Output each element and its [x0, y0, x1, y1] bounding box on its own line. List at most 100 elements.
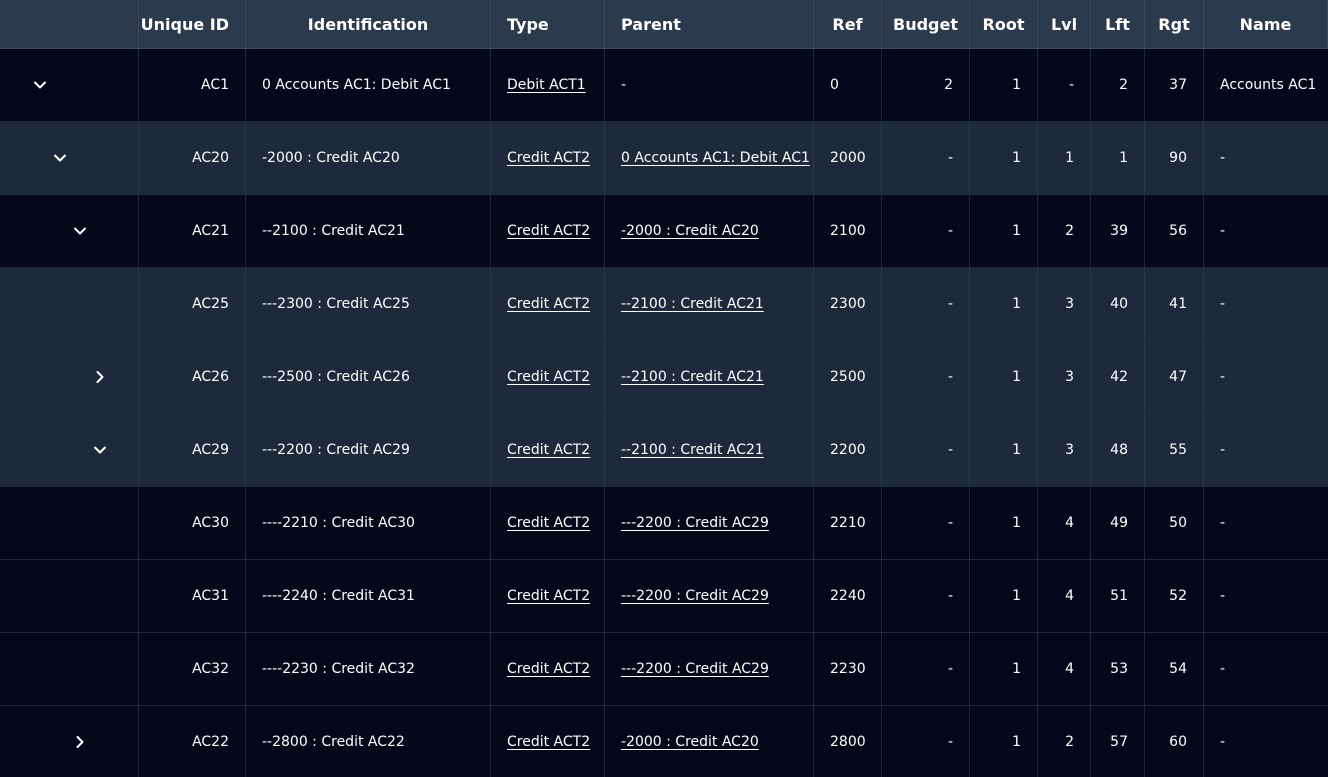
budget-cell: - — [882, 560, 970, 632]
table-row[interactable]: AC22 --2800 : Credit AC22 Credit ACT2 -2… — [0, 706, 1328, 777]
identification-cell: ---2200 : Credit AC29 — [246, 414, 491, 486]
row-toggle-cell — [0, 122, 139, 194]
row-toggle-cell — [0, 560, 139, 632]
ref-cell: 2000 — [814, 122, 882, 194]
row-toggle-cell — [0, 341, 139, 413]
parent-link[interactable]: --2100 : Credit AC21 — [621, 442, 764, 458]
identification-cell: ----2230 : Credit AC32 — [246, 633, 491, 705]
type-cell: Credit ACT2 — [491, 268, 605, 340]
unique-id-cell: AC25 — [139, 268, 246, 340]
budget-cell: - — [882, 633, 970, 705]
table-row[interactable]: AC30 ----2210 : Credit AC30 Credit ACT2 … — [0, 487, 1328, 560]
budget-cell: - — [882, 268, 970, 340]
table-row[interactable]: AC32 ----2230 : Credit AC32 Credit ACT2 … — [0, 633, 1328, 706]
type-link[interactable]: Credit ACT2 — [507, 369, 590, 385]
header-unique-id[interactable]: Unique ID — [139, 0, 246, 48]
table-row[interactable]: AC20 -2000 : Credit AC20 Credit ACT2 0 A… — [0, 122, 1328, 195]
collapse-row-button[interactable] — [30, 75, 50, 95]
chevron-down-icon — [73, 224, 87, 238]
parent-link[interactable]: --2100 : Credit AC21 — [621, 369, 764, 385]
lft-cell: 51 — [1091, 560, 1145, 632]
identification-cell: -2000 : Credit AC20 — [246, 122, 491, 194]
type-link[interactable]: Credit ACT2 — [507, 223, 590, 239]
collapse-row-button[interactable] — [70, 221, 90, 241]
header-root[interactable]: Root — [970, 0, 1038, 48]
collapse-row-button[interactable] — [50, 148, 70, 168]
header-name[interactable]: Name — [1204, 0, 1328, 48]
chevron-down-icon — [33, 78, 47, 92]
lft-cell: 39 — [1091, 195, 1145, 267]
parent-link[interactable]: -2000 : Credit AC20 — [621, 223, 759, 239]
chevron-right-icon — [73, 735, 87, 749]
type-link[interactable]: Credit ACT2 — [507, 661, 590, 677]
root-cell: 1 — [970, 487, 1038, 559]
lft-cell: 40 — [1091, 268, 1145, 340]
parent-link[interactable]: ---2200 : Credit AC29 — [621, 515, 769, 531]
table-row[interactable]: AC1 0 Accounts AC1: Debit AC1 Debit ACT1… — [0, 49, 1328, 122]
ref-cell: 2210 — [814, 487, 882, 559]
grid-header-row: Unique ID Identification Type Parent Ref… — [0, 0, 1328, 49]
lvl-cell: 4 — [1038, 487, 1091, 559]
parent-link[interactable]: ---2200 : Credit AC29 — [621, 588, 769, 604]
expand-row-button[interactable] — [90, 367, 110, 387]
header-budget[interactable]: Budget — [882, 0, 970, 48]
lft-cell: 48 — [1091, 414, 1145, 486]
root-cell: 1 — [970, 49, 1038, 121]
budget-cell: - — [882, 414, 970, 486]
lvl-cell: 3 — [1038, 414, 1091, 486]
header-type[interactable]: Type — [491, 0, 605, 48]
rgt-cell: 60 — [1145, 706, 1204, 777]
lft-cell: 2 — [1091, 49, 1145, 121]
identification-cell: ----2210 : Credit AC30 — [246, 487, 491, 559]
parent-link[interactable]: ---2200 : Credit AC29 — [621, 661, 769, 677]
parent-cell: -2000 : Credit AC20 — [605, 195, 814, 267]
header-lvl[interactable]: Lvl — [1038, 0, 1091, 48]
header-identification[interactable]: Identification — [246, 0, 491, 48]
parent-link[interactable]: -2000 : Credit AC20 — [621, 734, 759, 750]
type-link[interactable]: Credit ACT2 — [507, 588, 590, 604]
parent-cell: - — [605, 49, 814, 121]
table-row[interactable]: AC21 --2100 : Credit AC21 Credit ACT2 -2… — [0, 195, 1328, 268]
type-cell: Credit ACT2 — [491, 706, 605, 777]
parent-link[interactable]: 0 Accounts AC1: Debit AC1 — [621, 150, 810, 166]
type-link[interactable]: Credit ACT2 — [507, 150, 590, 166]
header-rgt[interactable]: Rgt — [1145, 0, 1204, 48]
header-lft[interactable]: Lft — [1091, 0, 1145, 48]
type-link[interactable]: Credit ACT2 — [507, 734, 590, 750]
identification-cell: ---2300 : Credit AC25 — [246, 268, 491, 340]
unique-id-cell: AC26 — [139, 341, 246, 413]
unique-id-cell: AC20 — [139, 122, 246, 194]
parent-cell: 0 Accounts AC1: Debit AC1 — [605, 122, 814, 194]
type-link[interactable]: Credit ACT2 — [507, 515, 590, 531]
type-cell: Credit ACT2 — [491, 195, 605, 267]
budget-cell: 2 — [882, 49, 970, 121]
lft-cell: 42 — [1091, 341, 1145, 413]
ref-cell: 2500 — [814, 341, 882, 413]
ref-cell: 2300 — [814, 268, 882, 340]
name-cell: - — [1220, 734, 1226, 750]
header-parent[interactable]: Parent — [605, 0, 814, 48]
table-row[interactable]: AC31 ----2240 : Credit AC31 Credit ACT2 … — [0, 560, 1328, 633]
chevron-down-icon — [93, 443, 107, 457]
header-toggle — [0, 0, 139, 48]
root-cell: 1 — [970, 341, 1038, 413]
name-cell: - — [1220, 369, 1226, 385]
parent-link[interactable]: --2100 : Credit AC21 — [621, 296, 764, 312]
chevron-right-icon — [93, 370, 107, 384]
type-link[interactable]: Credit ACT2 — [507, 442, 590, 458]
lft-cell: 1 — [1091, 122, 1145, 194]
header-ref[interactable]: Ref — [814, 0, 882, 48]
table-row[interactable]: AC25 ---2300 : Credit AC25 Credit ACT2 -… — [0, 268, 1328, 341]
expand-row-button[interactable] — [70, 732, 90, 752]
table-row[interactable]: AC29 ---2200 : Credit AC29 Credit ACT2 -… — [0, 414, 1328, 487]
ref-cell: 2240 — [814, 560, 882, 632]
type-cell: Credit ACT2 — [491, 414, 605, 486]
collapse-row-button[interactable] — [90, 440, 110, 460]
type-cell: Debit ACT1 — [491, 49, 605, 121]
row-toggle-cell — [0, 706, 139, 777]
lvl-cell: 4 — [1038, 633, 1091, 705]
table-row[interactable]: AC26 ---2500 : Credit AC26 Credit ACT2 -… — [0, 341, 1328, 414]
type-cell: Credit ACT2 — [491, 633, 605, 705]
type-link[interactable]: Credit ACT2 — [507, 296, 590, 312]
type-link[interactable]: Debit ACT1 — [507, 77, 586, 93]
